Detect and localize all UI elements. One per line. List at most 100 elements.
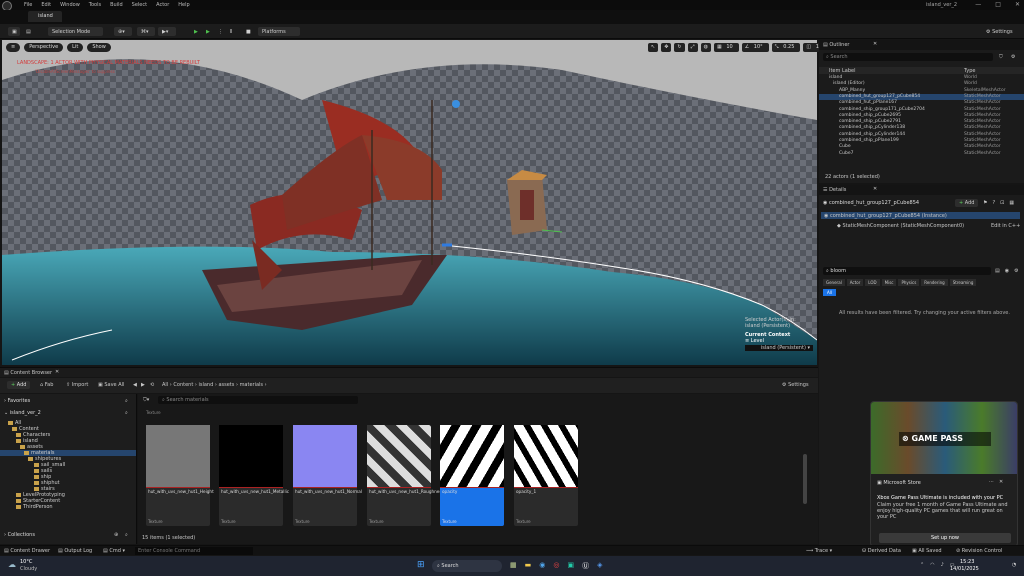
col-item-label[interactable]: Item Label <box>829 68 855 74</box>
outliner-row[interactable]: combined_ship_pCube2695 StaticMeshActor <box>819 113 1024 119</box>
edge-icon[interactable]: ◉ <box>539 561 545 571</box>
asset-scrollbar[interactable] <box>803 454 807 504</box>
collections-header[interactable]: › Collections <box>4 532 35 538</box>
eye-icon[interactable]: ◉ <box>1005 268 1009 274</box>
notification-bell-icon[interactable]: ◔ <box>1012 562 1016 568</box>
cinematics-icon[interactable]: ▶▾ <box>158 27 176 36</box>
back-icon[interactable]: ◀ <box>133 382 137 388</box>
outliner-row[interactable]: Cube7 StaticMeshActor <box>819 151 1024 157</box>
save-all-button[interactable]: ▣ Save All <box>98 382 124 388</box>
outliner-row[interactable]: combined_ship_pCylinder144 StaticMeshActo… <box>819 132 1024 138</box>
outliner-search-input[interactable]: ⌕ Search <box>823 53 993 61</box>
tree-item-thirdperson[interactable]: ThirdPerson <box>0 504 136 510</box>
breadcrumb-content[interactable]: Content <box>173 382 193 388</box>
save-icon[interactable]: ▣ <box>8 27 20 36</box>
setup-now-button[interactable]: Set up now <box>879 533 1011 543</box>
outliner-row[interactable]: island (Editor) World <box>819 81 1024 87</box>
taskbar-search[interactable]: ⌕ Search <box>432 560 502 572</box>
breadcrumb-materials[interactable]: materials <box>240 382 263 388</box>
details-title[interactable]: ☰ Details <box>823 187 846 193</box>
outliner-row[interactable]: combined_ship_pCylinder138 StaticMeshActo… <box>819 125 1024 131</box>
rotate-tool-icon[interactable]: ↻ <box>674 43 685 52</box>
asset-search-input[interactable]: ⌕ Search materials <box>158 396 358 404</box>
filter-actor[interactable]: Actor <box>846 279 864 286</box>
widgets-icon[interactable]: ▦ <box>510 561 517 571</box>
wifi-icon[interactable]: ◠ <box>930 562 934 568</box>
outliner-row[interactable]: combined_hut_pPlane167 StaticMeshActor <box>819 100 1024 106</box>
file-explorer-icon[interactable]: ▬ <box>525 561 532 571</box>
filter-rendering[interactable]: Rendering <box>921 279 948 286</box>
table-view-icon[interactable]: ▤ <box>995 268 1000 274</box>
perspective-button[interactable]: Perspective <box>24 43 64 52</box>
store-icon[interactable]: ▣ <box>567 561 574 571</box>
level-viewport[interactable] <box>2 40 817 365</box>
col-type[interactable]: Type <box>964 68 975 74</box>
content-browser-title[interactable]: ▤ Content Browser <box>4 370 52 376</box>
asset-tile[interactable]: hut_with_uvs_new_hut1_Height Texture <box>146 425 214 526</box>
outliner-title[interactable]: ▤ Outliner <box>823 42 849 48</box>
details-close-icon[interactable]: ✕ <box>873 186 877 192</box>
add-collection-icon[interactable]: ⊕ <box>114 532 118 538</box>
chrome-icon[interactable]: ◎ <box>553 561 559 571</box>
output-log-button[interactable]: ▤ Output Log <box>58 548 92 554</box>
menu-tools[interactable]: Tools <box>89 2 101 8</box>
outliner-close-icon[interactable]: ✕ <box>873 41 877 47</box>
favorites-search-icon[interactable]: ⌕ <box>125 398 128 404</box>
play-icon[interactable]: ▶ <box>190 27 200 36</box>
filter-all[interactable]: All <box>823 289 836 296</box>
close-button[interactable]: ✕ <box>1015 1 1020 8</box>
component-row[interactable]: ◆ StaticMeshComponent (StaticMeshCompone… <box>837 223 964 229</box>
outliner-row[interactable]: combined_ship_group171_pCube2704 StaticMe… <box>819 107 1024 113</box>
world-icon[interactable]: ◍ <box>700 43 711 52</box>
project-search-icon[interactable]: ⌕ <box>125 410 128 416</box>
clock-time[interactable]: 15:23 <box>960 559 974 565</box>
content-drawer-button[interactable]: ▤ Content Drawer <box>4 548 50 554</box>
filter-physics[interactable]: Physics <box>898 279 920 286</box>
level-dropdown[interactable]: island (Persistent) ▾ <box>745 345 813 351</box>
outliner-filter-icon[interactable]: ⛉ <box>999 54 1003 60</box>
cmd-button[interactable]: ▤ Cmd ▾ <box>103 548 125 554</box>
close-tab-icon[interactable]: ✕ <box>55 369 59 375</box>
details-settings-icon[interactable]: ⚙ <box>1014 268 1018 274</box>
menu-file[interactable]: File <box>24 2 32 8</box>
help-icon[interactable]: ? <box>992 200 995 206</box>
toast-more-icon[interactable]: ⋯ <box>989 479 994 485</box>
project-header[interactable]: ⌄ island_ver_2 <box>4 410 41 416</box>
notification-toast[interactable]: ⊗ GAME PASS ▣ Microsoft Store ⋯ ✕ Xbox Ga… <box>870 401 1018 547</box>
grid-snap-icon[interactable]: ▦ 10 <box>714 43 739 52</box>
derived-data-button[interactable]: ⛁ Derived Data <box>862 548 901 554</box>
details-search-input[interactable]: ⌕ bloom <box>823 267 991 275</box>
filter-icon[interactable]: ⛉▾ <box>143 397 149 403</box>
outliner-row[interactable]: Cube StaticMeshActor <box>819 144 1024 150</box>
asset-tile-selected[interactable]: opacity Texture <box>440 425 504 526</box>
clock-date[interactable]: 14/01/2025 <box>950 566 979 572</box>
open-icon[interactable]: ▤ <box>22 27 34 36</box>
console-input[interactable]: Enter Console Command <box>135 547 253 555</box>
grid-icon[interactable]: ▦ <box>1009 200 1014 206</box>
instance-row[interactable]: ◉ combined_hut_group127_pCube854 (Instan… <box>821 212 1020 219</box>
asset-tile[interactable]: hut_with_uvs_new_hut1_Normal Texture <box>293 425 362 526</box>
filter-misc[interactable]: Misc <box>881 279 897 286</box>
add-content-icon[interactable]: ⊕▾ <box>114 27 132 36</box>
forward-icon[interactable]: ▶ <box>141 382 145 388</box>
selection-mode-button[interactable]: Selection Mode <box>48 27 103 36</box>
breadcrumb-island[interactable]: island <box>198 382 213 388</box>
scale-snap-icon[interactable]: ⤡ 0.25 <box>771 43 801 52</box>
toast-close-icon[interactable]: ✕ <box>999 479 1003 485</box>
move-tool-icon[interactable]: ✥ <box>661 43 672 52</box>
add-button[interactable]: + Add <box>7 381 31 389</box>
menu-select[interactable]: Select <box>132 2 147 8</box>
edit-cpp-link[interactable]: Edit in C++ <box>991 223 1020 229</box>
menu-help[interactable]: Help <box>178 2 189 8</box>
show-button[interactable]: Show <box>87 43 111 52</box>
settings-button[interactable]: ⚙ Settings <box>982 27 1018 36</box>
platforms-button[interactable]: Platforms <box>258 27 300 36</box>
tray-chevron-icon[interactable]: ⌃ <box>920 562 924 568</box>
content-settings-button[interactable]: ⚙ Settings <box>782 382 809 388</box>
minimize-button[interactable]: — <box>975 1 981 8</box>
vs-icon[interactable]: ◈ <box>597 561 602 571</box>
menu-actor[interactable]: Actor <box>156 2 169 8</box>
unreal-taskbar-icon[interactable]: Ⓤ <box>582 561 589 571</box>
revision-control-button[interactable]: ⊘ Revision Control <box>956 548 1002 554</box>
lock-icon[interactable]: ⊡ <box>1000 200 1004 206</box>
